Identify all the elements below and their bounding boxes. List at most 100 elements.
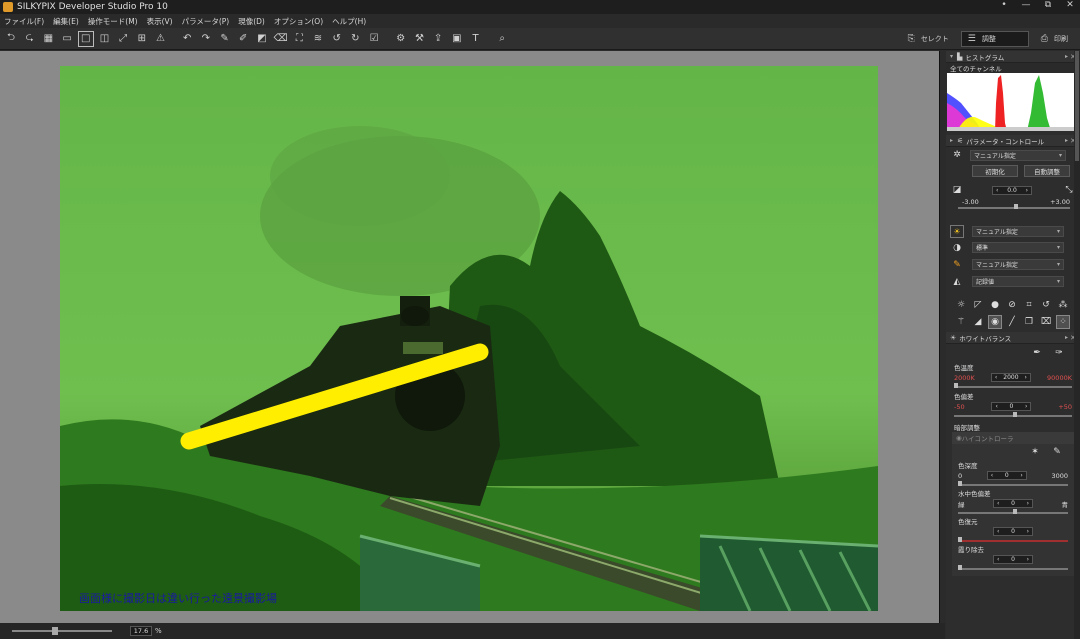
auto-adjust-button[interactable]: 自動調整: [1024, 165, 1070, 177]
increment-icon[interactable]: ›: [1027, 500, 1029, 507]
tone-dropdown[interactable]: 標準: [972, 242, 1064, 253]
panel-scrollbar-thumb[interactable]: [1075, 51, 1079, 161]
hi-controller-header[interactable]: ◉ ハイコントローラ: [952, 432, 1074, 444]
menu-help[interactable]: ヘルプ(H): [332, 16, 366, 27]
wb-dropdown[interactable]: マニュアル指定: [972, 225, 1064, 237]
color-pencil-icon[interactable]: ✎: [950, 259, 964, 271]
temp-slider-thumb[interactable]: [954, 383, 958, 388]
eye-tool-icon[interactable]: ◉: [988, 314, 1002, 329]
decrement-icon[interactable]: ‹: [996, 187, 998, 194]
restore-slider[interactable]: [958, 537, 1068, 542]
restore-button[interactable]: ⧉: [1042, 0, 1054, 10]
sharpness-dropdown[interactable]: 記録値: [972, 276, 1064, 287]
restore-input[interactable]: ‹ 0 ›: [993, 527, 1033, 536]
decrement-icon[interactable]: ‹: [995, 403, 997, 410]
decrement-icon[interactable]: ‹: [997, 556, 999, 563]
menu-develop[interactable]: 現像(D): [238, 16, 265, 27]
nodes-tool-icon[interactable]: ⁂: [1056, 298, 1070, 312]
decrement-icon[interactable]: ‹: [991, 472, 993, 479]
copy-param-icon[interactable]: ✎: [217, 31, 233, 47]
fullscreen-icon[interactable]: ⤢: [115, 31, 131, 47]
increment-icon[interactable]: ›: [1026, 187, 1028, 194]
next-image-icon[interactable]: ⮎: [22, 31, 38, 47]
eyedropper-auto-icon[interactable]: ✑: [1052, 347, 1066, 359]
rotate-right-icon[interactable]: ↻: [347, 31, 363, 47]
init-button[interactable]: 初期化: [972, 165, 1018, 177]
adjust-mode-button[interactable]: ☰ 調整: [960, 31, 1029, 47]
dropper-icon[interactable]: ✎: [1050, 446, 1064, 458]
spot-tool-icon[interactable]: ⁘: [1056, 314, 1070, 329]
increment-icon[interactable]: ›: [1027, 528, 1029, 535]
rotate-tool-icon[interactable]: ↺: [1039, 298, 1053, 312]
preview-icon[interactable]: ▣: [449, 31, 465, 47]
increment-icon[interactable]: ›: [1025, 374, 1027, 381]
filmstrip-view-icon[interactable]: ▭: [59, 31, 75, 47]
tint-input[interactable]: ‹ 0 ›: [991, 402, 1032, 411]
zoom-slider[interactable]: [12, 627, 112, 635]
transform-tool-icon[interactable]: ⌗: [1022, 298, 1036, 312]
depth-input[interactable]: ‹ 0 ›: [986, 471, 1027, 480]
paste-param-icon[interactable]: ✐: [235, 31, 251, 47]
menu-parameter[interactable]: パラメータ(P): [182, 16, 230, 27]
decrement-icon[interactable]: ‹: [997, 500, 999, 507]
export-icon[interactable]: ⇪: [430, 31, 446, 47]
brush-tool-icon[interactable]: ╱: [1005, 315, 1019, 329]
brightness-tool-icon[interactable]: ☼: [954, 298, 968, 312]
sun-icon[interactable]: ☀: [950, 224, 964, 238]
depth-slider-thumb[interactable]: [958, 481, 962, 486]
sharpness-icon[interactable]: ◭: [950, 276, 964, 288]
tint-slider[interactable]: [954, 412, 1072, 417]
decrement-icon[interactable]: ‹: [997, 528, 999, 535]
decrement-icon[interactable]: ‹: [995, 374, 997, 381]
pin-icon[interactable]: ▸: [1065, 137, 1068, 144]
wb-header[interactable]: ☀ ホワイトバランス ▸ ✕: [946, 332, 1080, 344]
exposure-slider[interactable]: [958, 204, 1070, 209]
grid-icon[interactable]: ⊞: [134, 31, 150, 47]
underwater-slider-thumb[interactable]: [1013, 509, 1017, 514]
layers-tool-icon[interactable]: ❐: [1022, 315, 1036, 329]
wand-tool-icon[interactable]: ⚚: [954, 315, 968, 329]
menu-view[interactable]: 表示(V): [147, 16, 173, 27]
zoom-input[interactable]: 17.6: [130, 626, 152, 636]
sphere-tool-icon[interactable]: ●: [988, 298, 1002, 312]
pin-icon[interactable]: ▸: [1065, 53, 1068, 60]
lens-tool-icon[interactable]: ⊘: [1005, 298, 1019, 312]
pin-icon[interactable]: ▸: [1065, 334, 1068, 341]
panel-scrollbar[interactable]: [1074, 51, 1080, 639]
underwater-slider[interactable]: [958, 509, 1068, 514]
temp-input[interactable]: ‹ 2000 ›: [990, 373, 1031, 382]
develop-icon[interactable]: ⚙: [393, 31, 409, 47]
increment-icon[interactable]: ›: [1027, 556, 1029, 563]
curve-tool-icon[interactable]: ◸: [971, 298, 985, 312]
eraser-icon[interactable]: ⌫: [273, 31, 289, 47]
exposure-slider-thumb[interactable]: [1014, 204, 1018, 209]
loupe-icon[interactable]: ⌕: [494, 31, 510, 47]
underwater-input[interactable]: ‹ 0 ›: [993, 499, 1033, 508]
menu-option[interactable]: オプション(O): [274, 16, 323, 27]
param-control-header[interactable]: ▸ ⚟ パラメータ・コントロール ▸ ✕: [946, 135, 1080, 147]
select-mode-button[interactable]: ⎘ セレクト: [902, 31, 955, 47]
temp-slider[interactable]: [954, 383, 1072, 388]
contrast-icon[interactable]: ◑: [950, 242, 964, 254]
exposure-icon[interactable]: ◪: [950, 184, 964, 196]
print-mode-button[interactable]: ⎙ 印刷: [1035, 31, 1074, 47]
tint-slider-thumb[interactable]: [1013, 412, 1017, 417]
histogram-header[interactable]: ▾ ▙ ヒストグラム ▸ ✕: [946, 51, 1080, 63]
preset-dropdown[interactable]: マニュアル指定: [970, 149, 1066, 161]
image-viewer[interactable]: 画面様に撮影日は違い行った遠景撮影場: [0, 51, 940, 623]
undo-icon[interactable]: ↶: [179, 31, 195, 47]
sparkle-icon[interactable]: ✶: [1028, 446, 1042, 458]
minimize-button[interactable]: —: [1020, 0, 1032, 10]
check-icon[interactable]: ☑: [366, 31, 382, 47]
haze-input[interactable]: ‹ 0 ›: [993, 555, 1033, 564]
dot-icon[interactable]: •: [998, 0, 1010, 10]
increment-icon[interactable]: ›: [1025, 403, 1027, 410]
menu-edit[interactable]: 編集(E): [53, 16, 79, 27]
photo-canvas[interactable]: 画面様に撮影日は違い行った遠景撮影場: [60, 66, 878, 611]
close-button[interactable]: ✕: [1064, 0, 1076, 10]
haze-slider-thumb[interactable]: [958, 565, 962, 570]
redo-icon[interactable]: ↷: [198, 31, 214, 47]
channel-select[interactable]: 全てのチャンネル: [946, 63, 1080, 73]
rotate-left-icon[interactable]: ↺: [329, 31, 345, 47]
increment-icon[interactable]: ›: [1020, 472, 1022, 479]
